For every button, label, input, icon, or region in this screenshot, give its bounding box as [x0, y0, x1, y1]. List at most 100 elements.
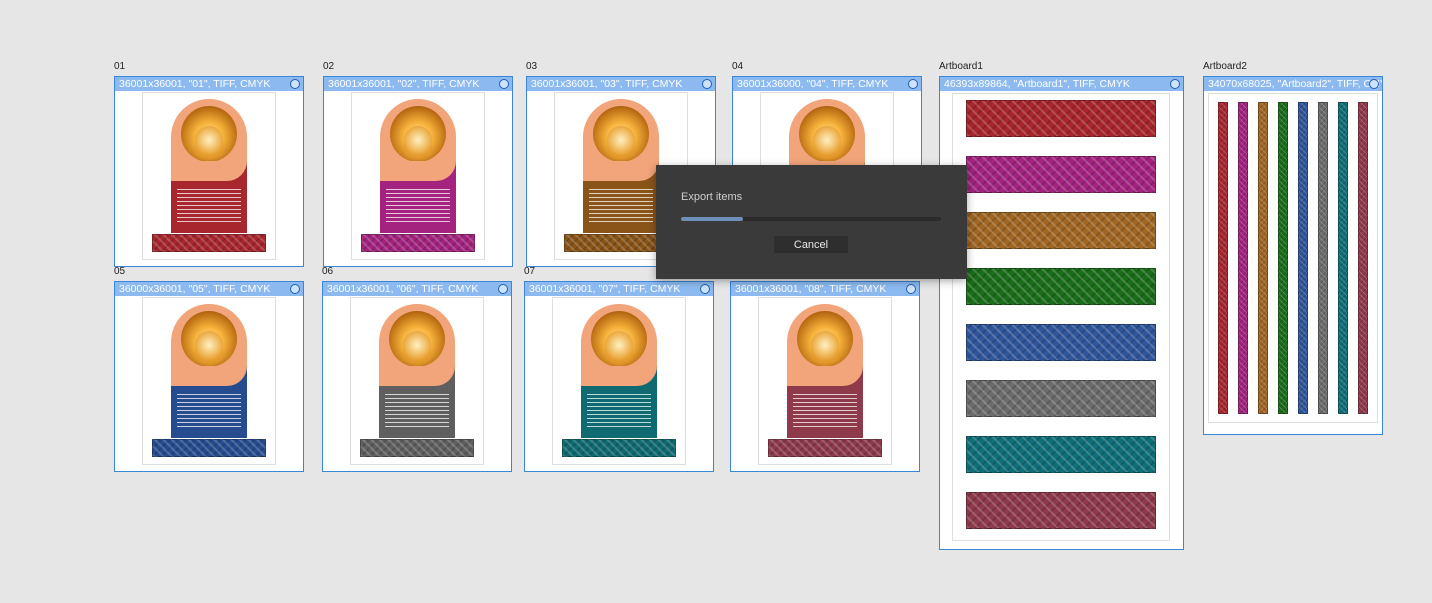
select-circle-icon[interactable]: [498, 284, 508, 294]
poster-image: [171, 304, 247, 438]
pattern-vertical-bar: [1218, 102, 1228, 414]
sunset-dome-image: [389, 311, 445, 367]
arch-shape: [171, 304, 247, 374]
artboard-info: 36001x36001, "02", TIFF, CMYK: [328, 78, 480, 90]
sunset-dome-image: [799, 106, 855, 162]
pattern-bar: [966, 212, 1156, 249]
artboard-08[interactable]: 36001x36001, "08", TIFF, CMYK: [730, 281, 920, 472]
pattern-bar: [966, 156, 1156, 193]
poster-curve: [379, 366, 455, 386]
pattern-vertical-bar: [1358, 102, 1368, 414]
artboard-02-label[interactable]: 02: [323, 61, 334, 73]
select-circle-icon[interactable]: [906, 284, 916, 294]
pattern-vertical-bar: [1338, 102, 1348, 414]
artboard-info: 36001x36001, "06", TIFF, CMYK: [327, 283, 479, 295]
poster-frame: [142, 297, 276, 465]
artboard-info: 36001x36001, "01", TIFF, CMYK: [119, 78, 271, 90]
artboard1-label[interactable]: Artboard1: [939, 61, 983, 73]
artboard-info: 36001x36001, "08", TIFF, CMYK: [735, 283, 887, 295]
artboard2-frame: [1208, 93, 1378, 423]
poster-image: [581, 304, 657, 438]
poster-image: [583, 99, 659, 233]
pattern-strip: [360, 439, 474, 457]
pattern-bar: [966, 380, 1156, 417]
poster-number-badge: [791, 376, 799, 384]
poster-image: [171, 99, 247, 233]
pattern-vertical-bar: [1258, 102, 1268, 414]
artboard-02[interactable]: 36001x36001, "02", TIFF, CMYK: [323, 76, 513, 267]
poster-body: [380, 161, 456, 233]
poster-number-badge: [175, 376, 183, 384]
artboard-07[interactable]: 36001x36001, "07", TIFF, CMYK: [524, 281, 714, 472]
artboard-info-bar: 36001x36001, "07", TIFF, CMYK: [525, 282, 713, 296]
artboard-01[interactable]: 36001x36001, "01", TIFF, CMYK: [114, 76, 304, 267]
poster-number-badge: [175, 171, 183, 179]
select-circle-icon[interactable]: [499, 79, 509, 89]
arch-shape: [380, 99, 456, 169]
select-circle-icon[interactable]: [908, 79, 918, 89]
arch-shape: [583, 99, 659, 169]
artboard-01-label[interactable]: 01: [114, 61, 125, 73]
pattern-bar: [966, 268, 1156, 305]
artboard-05[interactable]: 36000x36001, "05", TIFF, CMYK: [114, 281, 304, 472]
sunset-dome-image: [591, 311, 647, 367]
poster-frame: [758, 297, 892, 465]
select-circle-icon[interactable]: [290, 79, 300, 89]
artboard-06[interactable]: 36001x36001, "06", TIFF, CMYK: [322, 281, 512, 472]
export-dialog-title: Export items: [681, 191, 743, 203]
poster-curve: [171, 366, 247, 386]
pattern-strip: [152, 234, 266, 252]
pattern-bar: [966, 436, 1156, 473]
sunset-dome-image: [181, 311, 237, 367]
sunset-dome-image: [390, 106, 446, 162]
pattern-strip: [152, 439, 266, 457]
pattern-vertical-bar: [1298, 102, 1308, 414]
poster-image: [787, 304, 863, 438]
select-circle-icon[interactable]: [702, 79, 712, 89]
artboard1[interactable]: 46393x89864, "Artboard1", TIFF, CMYK: [939, 76, 1184, 550]
artboard-info: 36000x36001, "05", TIFF, CMYK: [119, 283, 271, 295]
poster-text-lines: [793, 394, 857, 430]
export-dialog: Export items Cancel: [656, 165, 967, 279]
poster-frame: [351, 92, 485, 260]
artboard-07-label[interactable]: 07: [524, 266, 535, 278]
pattern-vertical-bar: [1318, 102, 1328, 414]
artboard-info-bar: 36001x36001, "02", TIFF, CMYK: [324, 77, 512, 91]
sunset-dome-image: [593, 106, 649, 162]
artboard-05-label[interactable]: 05: [114, 266, 125, 278]
poster-text-lines: [587, 394, 651, 430]
arch-shape: [581, 304, 657, 374]
artboard2-info: 34070x68025, "Artboard2", TIFF, CMYK: [1208, 78, 1382, 90]
artboard1-info: 46393x89864, "Artboard1", TIFF, CMYK: [944, 78, 1130, 90]
cancel-button[interactable]: Cancel: [774, 236, 848, 253]
pattern-bar: [966, 100, 1156, 137]
pattern-vertical-bar: [1238, 102, 1248, 414]
select-circle-icon[interactable]: [290, 284, 300, 294]
artboard-03-label[interactable]: 03: [526, 61, 537, 73]
artboard2-select-circle-icon[interactable]: [1369, 79, 1379, 89]
poster-text-lines: [589, 189, 653, 225]
poster-number-badge: [383, 376, 391, 384]
export-progress-fill: [681, 217, 744, 221]
select-circle-icon[interactable]: [700, 284, 710, 294]
artboard-info-bar: 36001x36001, "08", TIFF, CMYK: [731, 282, 919, 296]
poster-curve: [171, 161, 247, 181]
artboard1-select-circle-icon[interactable]: [1170, 79, 1180, 89]
poster-image: [379, 304, 455, 438]
artboard-info-bar: 36001x36001, "01", TIFF, CMYK: [115, 77, 303, 91]
artboard-info-bar: 36001x36001, "06", TIFF, CMYK: [323, 282, 511, 296]
export-progress-bar: [681, 217, 941, 221]
poster-image: [380, 99, 456, 233]
arch-shape: [171, 99, 247, 169]
artboard2-info-bar: 34070x68025, "Artboard2", TIFF, CMYK: [1204, 77, 1382, 91]
artboard-info: 36001x36000, "04", TIFF, CMYK: [737, 78, 889, 90]
artboard2-label[interactable]: Artboard2: [1203, 61, 1247, 73]
arch-shape: [787, 304, 863, 374]
artboard-04-label[interactable]: 04: [732, 61, 743, 73]
artboard-06-label[interactable]: 06: [322, 266, 333, 278]
poster-frame: [552, 297, 686, 465]
sunset-dome-image: [797, 311, 853, 367]
pattern-vertical-bar: [1278, 102, 1288, 414]
artboard2[interactable]: 34070x68025, "Artboard2", TIFF, CMYK: [1203, 76, 1383, 435]
poster-curve: [581, 366, 657, 386]
